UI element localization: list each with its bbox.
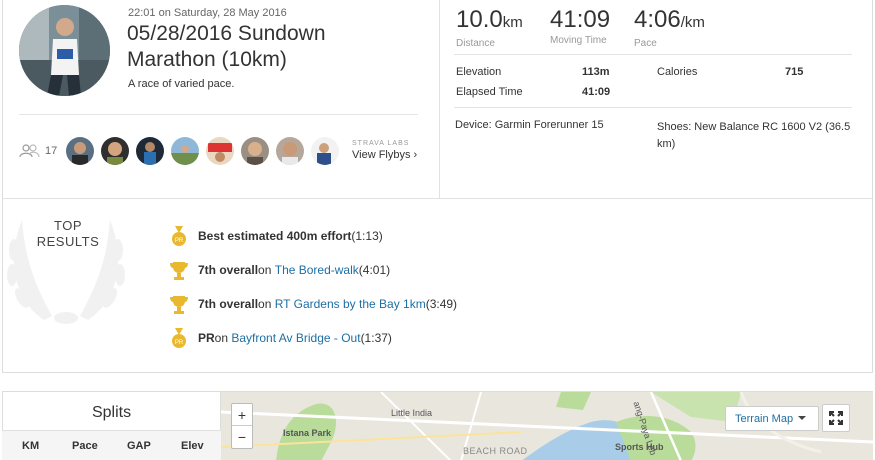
separator [454,107,852,108]
result-on: on [258,263,272,277]
splits-col-pace: Pace [72,440,98,452]
result-time: (1:13) [351,229,383,243]
terrain-map-label: Terrain Map [735,413,794,425]
terrain-map-select[interactable]: Terrain Map [725,406,819,431]
splits-col-elev: Elev [181,440,204,452]
calories-value: 715 [785,66,804,78]
trophy-icon [170,296,188,314]
activity-title: 05/28/2016 Sundown Marathon (10km) [127,22,326,71]
splits-col-gap: GAP [127,440,151,452]
splits-col-km: KM [22,440,40,452]
result-time: (4:01) [358,263,391,277]
view-flybys-link[interactable]: View Flybys › [352,149,417,161]
result-time: (1:37) [360,331,392,345]
device-info: Device: Garmin Forerunner 15 [455,119,604,131]
kudos-avatar[interactable] [276,137,304,165]
map-label: Istana Park [283,428,332,438]
result-on: on [258,297,272,311]
top-results-list: PR Best estimated 400m effort (1:13) 7th… [168,219,457,355]
top-results-heading: TOP RESULTS [28,218,108,250]
header-divider-vertical [439,0,440,198]
map-zoom-control: + − [231,403,253,449]
result-strong: PR [198,331,215,345]
segment-link[interactable]: RT Gardens by the Bay 1km [275,297,426,311]
stat-moving-time: 41:09 Moving Time [550,6,610,46]
stat-distance: 10.0km Distance [456,6,523,49]
svg-text:PR: PR [175,238,184,244]
pr-medal-icon: PR [172,226,186,246]
segment-link[interactable]: Bayfront Av Bridge - Out [231,331,360,345]
stat-pace: 4:06/km Pace [634,6,705,49]
expand-icon [829,411,843,425]
calories-label: Calories [657,66,698,78]
kudos-avatar[interactable] [101,137,129,165]
result-strong: 7th overall [198,297,259,311]
distance-unit: km [502,14,523,31]
kudos-avatar[interactable] [311,137,339,165]
pace-label: Pace [634,38,657,49]
result-strong: 7th overall [198,263,259,277]
trophy-icon [170,262,188,280]
result-item: PR Best estimated 400m effort (1:13) [168,219,457,253]
kudos-avatar[interactable] [66,137,94,165]
kudos-avatar[interactable] [171,137,199,165]
athlete-avatar[interactable] [19,5,110,96]
kudos-avatar[interactable] [241,137,269,165]
distance-label: Distance [456,38,495,49]
pace-value: 4:06 [634,6,681,33]
result-strong: Best estimated 400m effort [198,229,352,243]
kudos-avatars [66,137,339,165]
people-icon [19,144,40,158]
pr-medal-icon: PR [172,328,186,348]
elevation-label: Elevation [456,66,502,78]
result-time: (3:49) [425,297,458,311]
result-on: on [214,331,229,345]
distance-value: 10.0 [456,6,503,33]
strava-labs-label: STRAVA LABS [352,140,410,147]
fullscreen-button[interactable] [822,404,850,432]
result-item: 7th overall on The Bored-walk (4:01) [168,253,457,287]
view-flybys[interactable]: STRAVA LABS View Flybys › [352,140,417,161]
elevation-value: 113m [582,66,610,78]
kudos-avatar[interactable] [136,137,164,165]
kudos-avatar[interactable] [206,137,234,165]
activity-description: A race of varied pace. [128,78,235,90]
chevron-down-icon [798,416,806,420]
header-divider-horizontal [3,198,872,199]
map-label: BEACH ROAD [463,446,528,456]
splits-title: Splits [91,404,132,421]
moving-time-label: Moving Time [550,35,607,46]
pace-unit: /km [680,14,705,31]
moving-time-value: 41:09 [550,6,611,33]
kudos-number: 17 [45,145,58,157]
result-item: 7th overall on RT Gardens by the Bay 1km… [168,287,457,321]
result-item: PR PR on Bayfront Av Bridge - Out (1:37) [168,321,457,355]
separator [19,114,418,115]
top-results-line2: RESULTS [36,234,100,249]
segment-link[interactable]: The Bored-walk [275,263,359,277]
shoes-info: Shoes: New Balance RC 1600 V2 (36.5 km) [657,121,851,150]
separator [454,54,852,55]
map-label: Little India [391,408,433,418]
zoom-in-button[interactable]: + [232,404,252,426]
elapsed-time-value: 41:09 [582,86,611,98]
activity-datetime: 22:01 on Saturday, 28 May 2016 [128,7,287,19]
elapsed-time-label: Elapsed Time [456,86,523,98]
zoom-out-button[interactable]: − [232,426,252,448]
top-results-line1: TOP [54,218,82,233]
kudos-count[interactable]: 17 [19,144,57,158]
svg-text:PR: PR [175,340,184,346]
